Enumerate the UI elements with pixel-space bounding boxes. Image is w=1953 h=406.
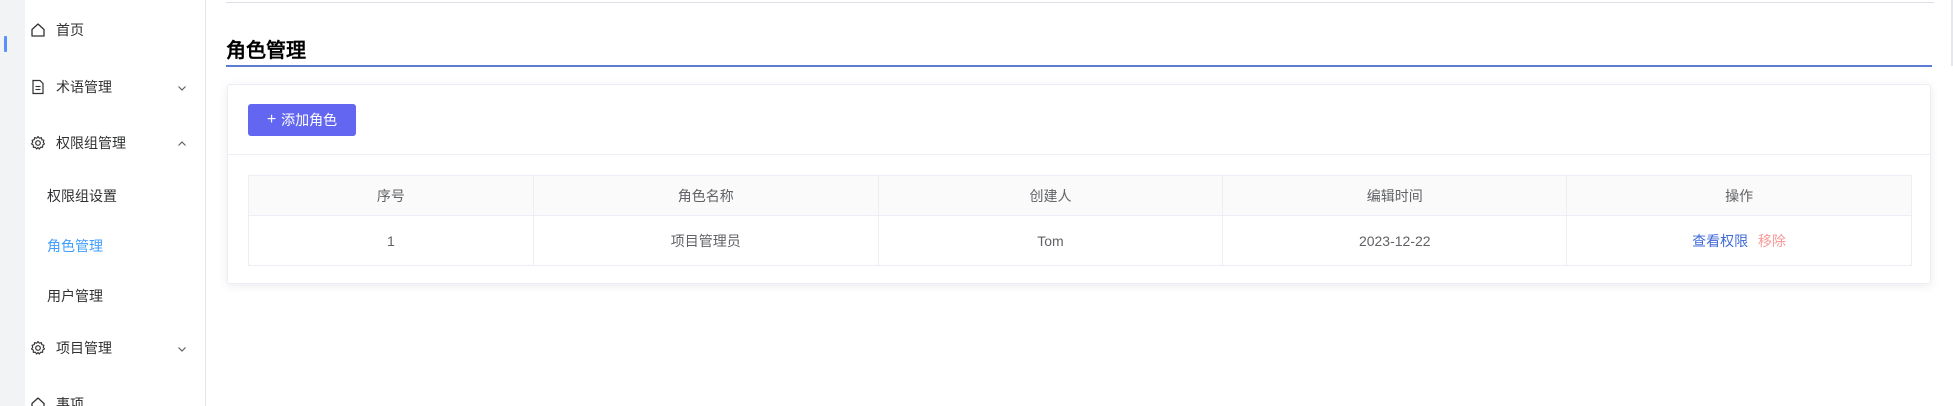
sidebar-subitem-user-management[interactable]: 用户管理	[25, 276, 206, 316]
column-header-creator: 创建人	[877, 175, 1224, 216]
home-icon	[30, 396, 46, 406]
chevron-down-icon	[176, 342, 188, 354]
column-header-index: 序号	[248, 175, 534, 216]
column-header-edit-time: 编辑时间	[1222, 175, 1568, 216]
home-icon	[30, 22, 46, 38]
top-divider	[226, 2, 1934, 3]
gear-icon	[30, 135, 46, 151]
sidebar-item-partial[interactable]: 事项	[25, 384, 206, 406]
edge-indicator	[4, 36, 7, 52]
sidebar-item-label: 用户管理	[47, 288, 103, 304]
document-icon	[30, 79, 46, 95]
chevron-up-icon	[176, 137, 188, 149]
gear-icon	[30, 340, 46, 356]
app-window: 首页 术语管理 权限组管理 权限组设置 角色管理 用户管理 项目管理 事项 角色…	[0, 0, 1953, 406]
plus-icon: +	[266, 111, 277, 128]
sidebar: 首页 术语管理 权限组管理 权限组设置 角色管理 用户管理 项目管理 事项	[25, 0, 206, 406]
cell-role-name: 项目管理员	[532, 215, 879, 266]
view-permissions-link[interactable]: 查看权限	[1692, 233, 1748, 249]
sidebar-subitem-role-management[interactable]: 角色管理	[25, 226, 206, 266]
sidebar-item-label: 事项	[56, 396, 84, 406]
column-header-actions: 操作	[1566, 175, 1912, 216]
chevron-down-icon	[176, 81, 188, 93]
table-row: 1 项目管理员 Tom 2023-12-22 查看权限 移除	[248, 215, 1912, 266]
table-header-row: 序号 角色名称 创建人 编辑时间 操作	[248, 175, 1912, 216]
roles-table: 序号 角色名称 创建人 编辑时间 操作 1 项目管理员 Tom 2023-12-…	[248, 175, 1912, 266]
roles-card: + 添加角色 序号 角色名称 创建人 编辑时间 操作 1 项目管理员 Tom 2…	[227, 84, 1931, 284]
sidebar-item-terms[interactable]: 术语管理	[25, 67, 206, 107]
cell-creator: Tom	[877, 215, 1224, 266]
page-title: 角色管理	[226, 38, 1932, 67]
sidebar-subitem-permission-group-settings[interactable]: 权限组设置	[25, 176, 206, 216]
sidebar-item-label: 首页	[56, 22, 84, 38]
main-content: 角色管理 + 添加角色 序号 角色名称 创建人 编辑时间 操作 1 项目管理员 …	[206, 0, 1953, 406]
sidebar-item-label: 权限组设置	[47, 188, 117, 204]
cell-edit-time: 2023-12-22	[1222, 215, 1568, 266]
sidebar-item-label: 项目管理	[56, 340, 112, 356]
sidebar-item-label: 角色管理	[47, 238, 103, 254]
column-header-role-name: 角色名称	[532, 175, 879, 216]
sidebar-item-home[interactable]: 首页	[25, 10, 206, 50]
card-header: + 添加角色	[228, 85, 1930, 155]
sidebar-item-label: 术语管理	[56, 79, 112, 95]
add-role-label: 添加角色	[281, 112, 338, 128]
remove-link[interactable]: 移除	[1758, 233, 1786, 249]
cell-actions: 查看权限 移除	[1566, 215, 1912, 266]
add-role-button[interactable]: + 添加角色	[248, 104, 356, 136]
left-edge-strip	[0, 0, 25, 406]
cell-index: 1	[248, 215, 534, 266]
sidebar-item-project-management[interactable]: 项目管理	[25, 328, 206, 368]
sidebar-item-label: 权限组管理	[56, 135, 126, 151]
sidebar-item-permission-group[interactable]: 权限组管理	[25, 123, 206, 163]
